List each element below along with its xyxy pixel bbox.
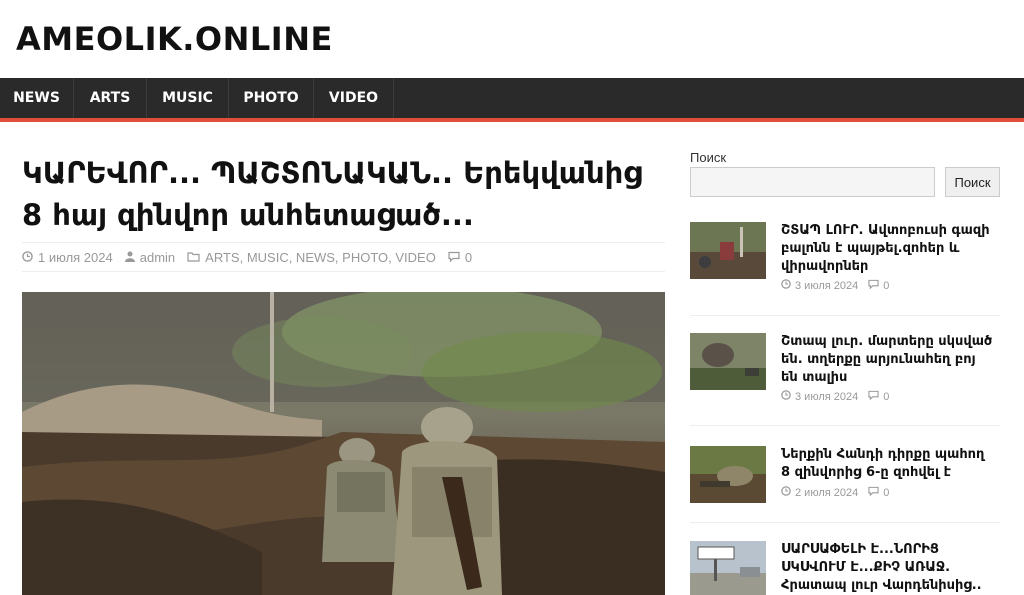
clock-icon	[22, 250, 33, 265]
sidebar-post-2[interactable]: Շտապ լուր. մարտերը սկսված են. տղերքը արյ…	[690, 333, 1000, 405]
divider	[690, 522, 1000, 523]
comment-icon	[868, 390, 879, 403]
clock-icon	[781, 279, 791, 292]
nav-item-arts[interactable]: ARTS	[74, 78, 147, 118]
sidebar-post-title[interactable]: ՇՏԱՊ ԼՈՒՐ. Ավտոբուսի գազի բալոնն է պայթե…	[781, 222, 996, 276]
user-icon	[124, 250, 135, 265]
post-comments-count[interactable]: 0	[465, 250, 472, 265]
post-date-text: 1 июля 2024	[38, 249, 113, 265]
sidebar-post-meta: 3 июля 2024 0	[781, 390, 889, 403]
nav-item-video[interactable]: VIDEO	[314, 78, 394, 118]
post-comments: 0	[448, 250, 472, 265]
featured-image[interactable]	[22, 292, 665, 595]
search-label: Поиск	[690, 150, 727, 165]
nav-item-photo[interactable]: PHOTO	[229, 78, 314, 118]
divider	[690, 315, 1000, 316]
site-header: AMEOLIK.ONLINE	[0, 0, 1024, 78]
sidebar-post-4[interactable]: ՍԱՐՍԱՓԵԼԻ Է...ՆՈՐԻՑ ՍԿՍՎՈՒՄ Է...ՔԻՉ ԱՌԱՋ…	[690, 541, 1000, 595]
nav-accent-border	[0, 118, 1024, 122]
sidebar-post-meta: 2 июля 2024 0	[781, 486, 889, 499]
post-date: 1 июля 2024	[22, 250, 113, 265]
sidebar-post-title[interactable]: Շտապ լուր. մարտերը սկսված են. տղերքը արյ…	[781, 333, 996, 387]
sidebar-post-meta: 3 июля 2024 0	[781, 279, 889, 292]
main-navigation: NEWS ARTS MUSIC PHOTO VIDEO	[0, 78, 1024, 118]
post-author: admin	[124, 250, 175, 265]
post-categories-links[interactable]: ARTS, MUSIC, NEWS, PHOTO, VIDEO	[205, 250, 436, 265]
clock-icon	[781, 390, 791, 403]
post-author-link[interactable]: admin	[140, 250, 175, 265]
nav-item-news[interactable]: NEWS	[0, 78, 74, 118]
clock-icon	[781, 486, 791, 499]
sidebar-post-date: 3 июля 2024	[795, 390, 859, 403]
comment-icon	[868, 486, 879, 499]
folder-icon	[187, 250, 200, 265]
sidebar-post-thumbnail[interactable]	[690, 222, 766, 279]
featured-image-illustration	[22, 292, 665, 595]
sidebar-post-date: 3 июля 2024	[795, 279, 859, 292]
post-categories: ARTS, MUSIC, NEWS, PHOTO, VIDEO	[187, 250, 436, 265]
comment-icon	[448, 250, 460, 265]
nav-item-music[interactable]: MUSIC	[147, 78, 229, 118]
sidebar-post-comments[interactable]: 0	[883, 391, 889, 403]
sidebar-post-thumbnail[interactable]	[690, 541, 766, 595]
sidebar-post-date: 2 июля 2024	[795, 486, 859, 499]
sidebar-post-thumbnail[interactable]	[690, 446, 766, 503]
post-meta: 1 июля 2024 admin ARTS, MUSIC, NEWS, PHO…	[22, 242, 665, 272]
sidebar-post-title[interactable]: Ներքին Հանդի դիրքը պահող 8 զինվորից 6-ը …	[781, 446, 996, 482]
sidebar-post-title[interactable]: ՍԱՐՍԱՓԵԼԻ Է...ՆՈՐԻՑ ՍԿՍՎՈՒՄ Է...ՔԻՉ ԱՌԱՋ…	[781, 541, 996, 595]
sidebar-post-thumbnail[interactable]	[690, 333, 766, 390]
site-title[interactable]: AMEOLIK.ONLINE	[16, 20, 333, 58]
sidebar-post-comments[interactable]: 0	[883, 487, 889, 499]
search-button[interactable]: Поиск	[945, 167, 1000, 197]
sidebar-post-comments[interactable]: 0	[883, 280, 889, 292]
sidebar-post-3[interactable]: Ներքին Հանդի դիրքը պահող 8 զինվորից 6-ը …	[690, 446, 1000, 506]
post-title: ԿԱՐԵՎՈՐ... ՊԱՇՏՈՆԱԿԱՆ.. Երեկվանից 8 հայ …	[22, 156, 642, 232]
divider	[690, 425, 1000, 426]
comment-icon	[868, 279, 879, 292]
search-input[interactable]	[690, 167, 935, 197]
sidebar-post-1[interactable]: ՇՏԱՊ ԼՈՒՐ. Ավտոբուսի գազի բալոնն է պայթե…	[690, 222, 1000, 294]
